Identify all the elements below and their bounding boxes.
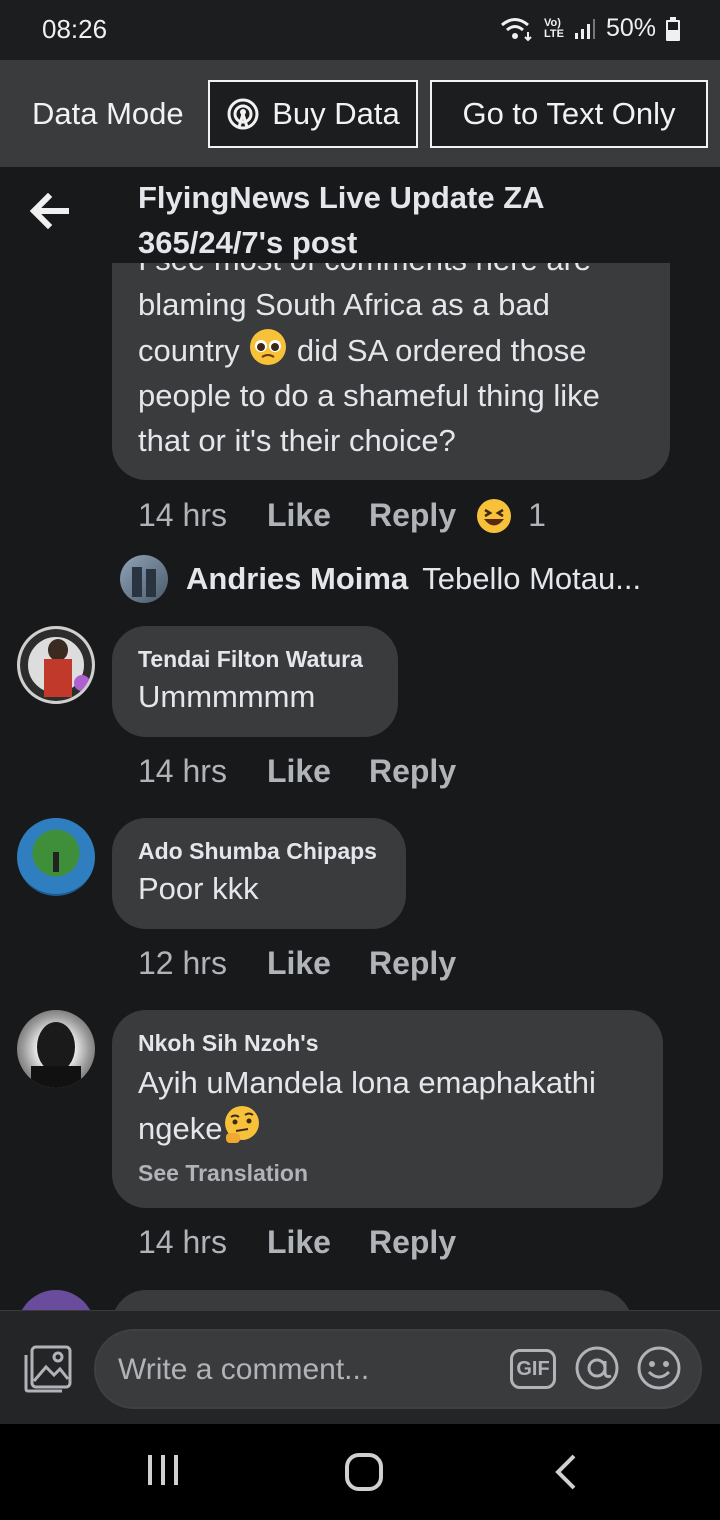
comment-bubble[interactable]: Tendai Filton Watura Ummmmmm	[112, 626, 398, 737]
comment-meta: 14 hrs Like Reply	[138, 753, 494, 790]
thinking-face-emoji	[225, 1106, 260, 1143]
comment-meta: 12 hrs Like Reply	[138, 945, 494, 982]
like-button[interactable]: Like	[267, 945, 331, 982]
avatar[interactable]	[17, 626, 95, 704]
recent-apps-icon[interactable]	[146, 1452, 180, 1488]
text-only-label: Go to Text Only	[462, 96, 676, 131]
comment-bubble[interactable]	[112, 1290, 632, 1310]
comment-text: Ayih uMandela lona emaphakathi ngeke	[138, 1060, 648, 1151]
comment-meta: 14 hrs Like Reply 1	[138, 497, 546, 534]
comment-placeholder: Write a comment...	[118, 1353, 370, 1386]
reply-author: Andries Moima	[186, 561, 409, 596]
like-button[interactable]: Like	[267, 1224, 331, 1261]
system-nav-bar	[0, 1424, 720, 1520]
lte-label: LTE	[543, 27, 564, 40]
reply-button[interactable]: Reply	[369, 1224, 456, 1261]
comment-input[interactable]: Write a comment... GIF	[94, 1329, 702, 1409]
broadcast-icon	[227, 98, 259, 130]
comment-bubble[interactable]: Nkoh Sih Nzoh's Ayih uMandela lona emaph…	[112, 1010, 663, 1208]
see-translation-link[interactable]: See Translation	[138, 1160, 308, 1187]
like-button[interactable]: Like	[267, 497, 331, 534]
comment-text: Ummmmmm	[138, 679, 316, 714]
buy-data-button[interactable]: Buy Data	[208, 80, 418, 148]
status-bar: 08:26 Vo) LTE 50%	[0, 0, 720, 60]
status-icons: Vo) LTE 50%	[500, 14, 680, 43]
buy-data-label: Buy Data	[272, 96, 400, 131]
comments-feed[interactable]: I see most of comments here are blaming …	[0, 263, 720, 1310]
comment-bubble[interactable]: Ado Shumba Chipaps Poor kkk	[112, 818, 406, 929]
status-time: 08:26	[42, 14, 108, 44]
comment-text-line1: Ayih uMandela lona emaphakathi	[138, 1065, 596, 1100]
comment-text-line2: ngeke	[138, 1105, 648, 1151]
avatar[interactable]	[17, 818, 95, 896]
reply-button[interactable]: Reply	[369, 945, 456, 982]
volte-lte-icon: Vo) LTE	[543, 16, 564, 40]
avatar[interactable]	[17, 1010, 95, 1088]
data-mode-label: Data Mode	[32, 96, 184, 131]
post-header: FlyingNews Live Update ZA 365/24/7's pos…	[0, 167, 720, 263]
comment-time: 14 hrs	[138, 497, 227, 533]
back-nav-icon[interactable]	[552, 1452, 578, 1492]
battery-icon	[666, 16, 680, 41]
text-only-button[interactable]: Go to Text Only	[430, 80, 708, 148]
comment-author[interactable]: Ado Shumba Chipaps	[138, 838, 377, 865]
haha-reaction-icon[interactable]	[476, 498, 512, 534]
comment-time: 14 hrs	[138, 1224, 227, 1260]
reply-preview[interactable]: Andries Moima Tebello Motau...	[120, 555, 641, 603]
comment-text: blaming South Africa as a bad country di…	[138, 282, 658, 463]
pleading-face-emoji	[250, 329, 287, 365]
gif-button[interactable]: GIF	[510, 1349, 556, 1389]
comment-author[interactable]: Tendai Filton Watura	[138, 646, 363, 673]
back-arrow-icon[interactable]	[30, 193, 70, 229]
comment-text-partial: I see most of comments here are	[138, 263, 648, 282]
emoji-icon[interactable]	[636, 1345, 682, 1391]
comment-author[interactable]: Nkoh Sih Nzoh's	[138, 1030, 319, 1057]
comment-time: 14 hrs	[138, 753, 227, 789]
mention-icon[interactable]	[574, 1345, 620, 1391]
page-title: FlyingNews Live Update ZA 365/24/7's pos…	[138, 180, 544, 260]
signal-icon	[574, 18, 595, 39]
reaction-count: 1	[528, 497, 546, 533]
wifi-icon	[501, 17, 532, 41]
photo-icon[interactable]	[22, 1343, 74, 1395]
home-icon[interactable]	[344, 1452, 384, 1492]
comment-meta: 14 hrs Like Reply	[138, 1224, 494, 1261]
data-mode-bar: Data Mode Buy Data Go to Text Only	[0, 60, 720, 167]
comment-time: 12 hrs	[138, 945, 227, 981]
comment-composer: Write a comment... GIF	[0, 1310, 720, 1424]
reply-button[interactable]: Reply	[369, 497, 456, 534]
battery-percentage: 50%	[605, 14, 656, 42]
volte-label: Vo)	[543, 16, 561, 29]
comment-text-line2-words: ngeke	[138, 1111, 223, 1146]
reply-button[interactable]: Reply	[369, 753, 456, 790]
comment-bubble[interactable]: I see most of comments here are blaming …	[112, 263, 670, 480]
avatar[interactable]	[17, 1290, 95, 1310]
reply-text: Tebello Motau...	[422, 561, 642, 596]
like-button[interactable]: Like	[267, 753, 331, 790]
comment-text: Poor kkk	[138, 871, 259, 906]
avatar	[120, 555, 168, 603]
